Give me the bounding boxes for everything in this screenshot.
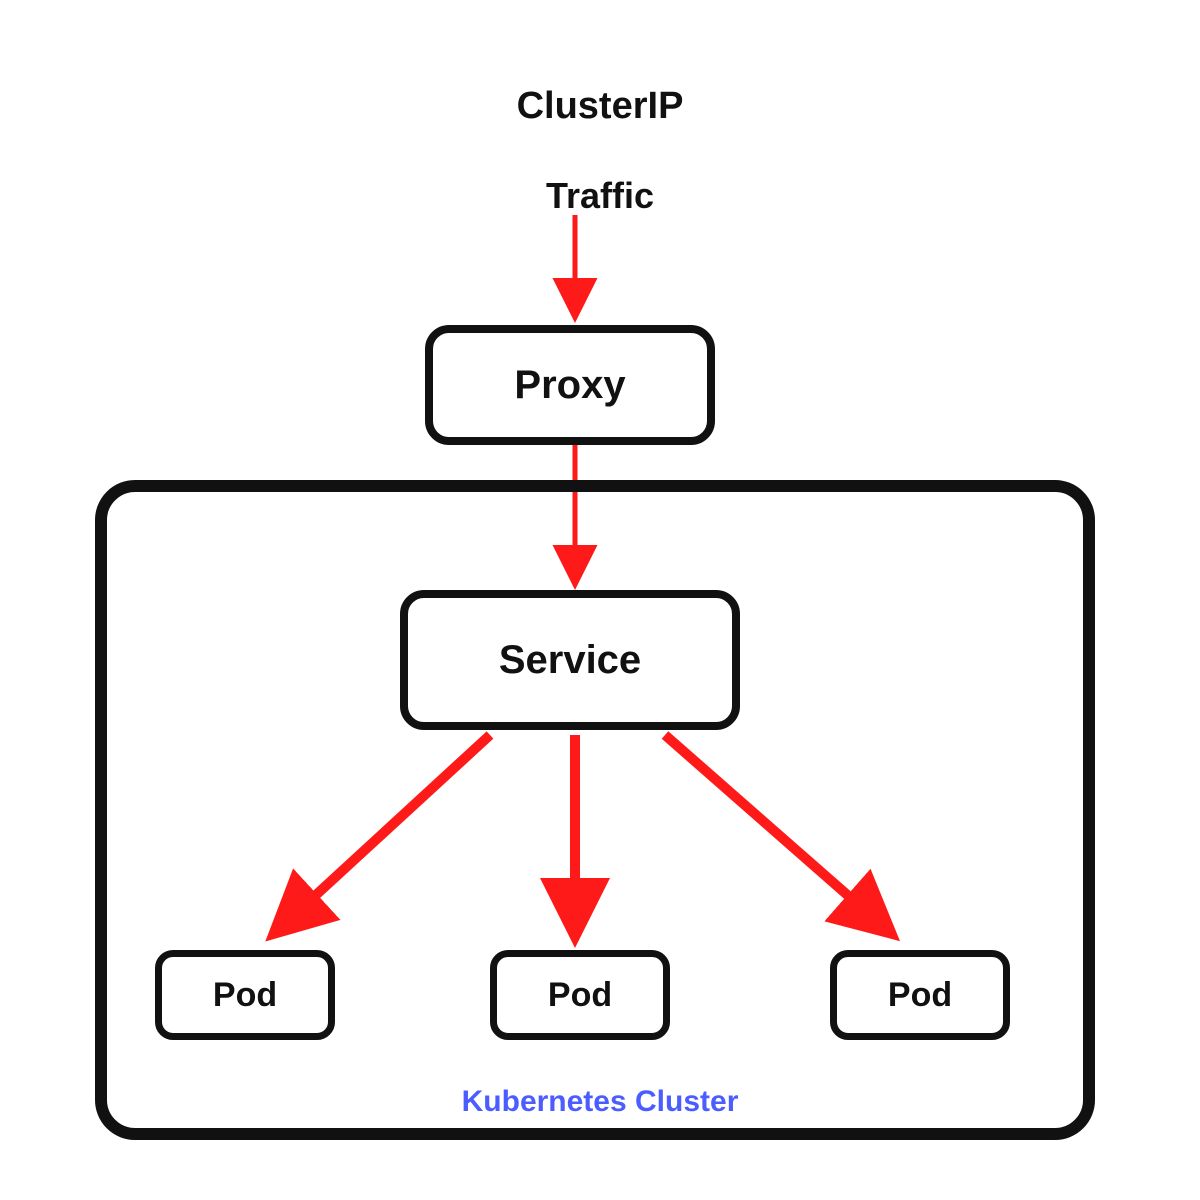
service-box: Service xyxy=(400,590,740,730)
service-label: Service xyxy=(499,638,641,683)
traffic-label: Traffic xyxy=(546,175,654,217)
pod-label-2: Pod xyxy=(548,976,612,1015)
pod-box-2: Pod xyxy=(490,950,670,1040)
cluster-label: Kubernetes Cluster xyxy=(462,1085,739,1119)
pod-label-1: Pod xyxy=(213,976,277,1015)
proxy-label: Proxy xyxy=(514,363,625,408)
diagram-title: ClusterIP xyxy=(517,85,684,128)
pod-box-1: Pod xyxy=(155,950,335,1040)
cluster-box xyxy=(95,480,1095,1140)
proxy-box: Proxy xyxy=(425,325,715,445)
clusterip-diagram: ClusterIP Traffic Proxy Service Pod Pod xyxy=(0,0,1200,1200)
pod-label-3: Pod xyxy=(888,976,952,1015)
pod-box-3: Pod xyxy=(830,950,1010,1040)
